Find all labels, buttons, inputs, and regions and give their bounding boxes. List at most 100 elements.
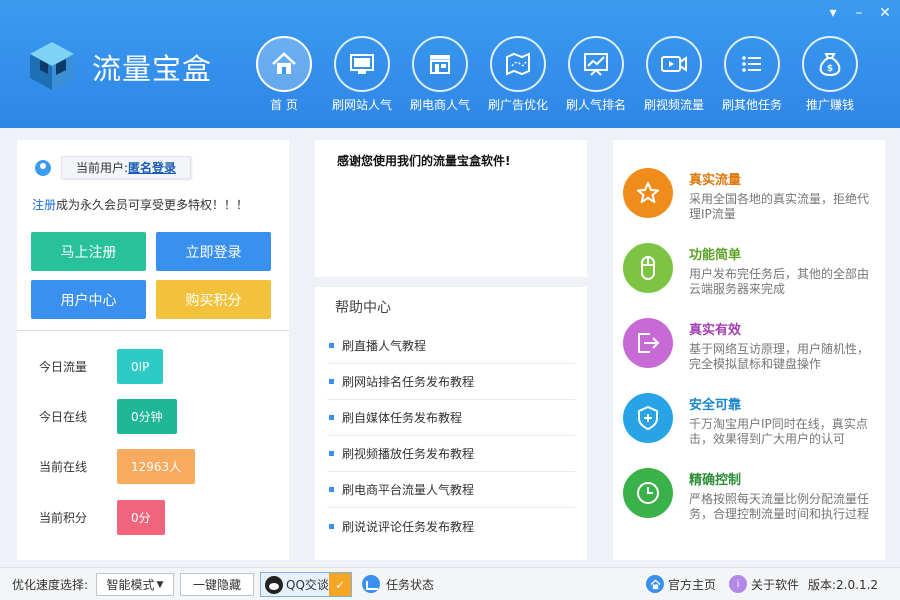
nav-ranking[interactable]: 刷人气排名 [557, 36, 635, 113]
promo-message: 成为永久会员可享受更多特权！！！ [56, 198, 249, 212]
nav-label: 刷其他任务 [721, 98, 782, 112]
feature-text: 真实流量 采用全国各地的真实流量，拒绝代理IP流量 [689, 168, 879, 222]
feature-precise: 精确控制 严格按照每天流量比例分配流量任务，合理控制流量时间和执行过程 [623, 468, 879, 522]
official-home-label: 官方主页 [668, 577, 717, 592]
help-item[interactable]: 刷说说评论任务发布教程 [327, 508, 575, 544]
anonymous-login-link[interactable]: 匿名登录 [128, 161, 176, 175]
help-center-panel: 帮助中心 刷直播人气教程 刷网站排名任务发布教程 刷自媒体任务发布教程 刷视频播… [315, 287, 587, 560]
stat-label: 当前积分 [39, 511, 88, 525]
chevron-down-icon: ▼ [156, 579, 164, 590]
feature-title: 精确控制 [689, 473, 742, 488]
home-icon [256, 36, 312, 92]
official-home-link[interactable]: 官方主页 [646, 575, 716, 593]
help-list: 刷直播人气教程 刷网站排名任务发布教程 刷自媒体任务发布教程 刷视频播放任务发布… [327, 328, 575, 544]
help-item-label: 刷直播人气教程 [342, 339, 427, 353]
user-center-button[interactable]: 用户中心 [31, 280, 146, 319]
hide-button[interactable]: 一键隐藏 [180, 573, 254, 596]
promo-register-link[interactable]: 注册 [32, 198, 56, 212]
nav-other[interactable]: 刷其他任务 [713, 36, 791, 113]
stat-label: 今日在线 [39, 410, 88, 424]
task-status-icon [362, 575, 380, 593]
help-item-label: 刷说说评论任务发布教程 [342, 519, 475, 534]
qq-icon [265, 575, 283, 594]
help-item[interactable]: 刷电商平台流量人气教程 [327, 472, 575, 508]
video-icon [646, 36, 702, 92]
stat-current-online: 当前在线 12963人 [39, 449, 196, 484]
window-controls: ▾ – ✕ [824, 4, 894, 22]
bullet-icon [329, 379, 334, 384]
login-button[interactable]: 立即登录 [156, 232, 271, 271]
mouse-icon [623, 243, 673, 293]
stat-current-points: 当前积分 0分 [39, 500, 165, 535]
register-button[interactable]: 马上注册 [31, 232, 146, 271]
bullet-icon [329, 415, 334, 420]
check-icon: ✓ [329, 573, 351, 596]
home-icon [646, 575, 664, 593]
feature-title: 功能简单 [689, 248, 742, 263]
user-avatar-icon [35, 159, 51, 176]
task-status-link[interactable]: 任务状态 [362, 575, 434, 593]
feature-desc: 采用全国各地的真实流量，拒绝代理IP流量 [689, 192, 870, 221]
current-user-label: 当前用户: [76, 161, 129, 175]
help-item-label: 刷自媒体任务发布教程 [342, 411, 463, 425]
feature-desc: 基于网络互访原理，用户随机性，完全模拟鼠标和键盘操作 [689, 342, 870, 371]
feature-effective: 真实有效 基于网络互访原理，用户随机性，完全模拟鼠标和键盘操作 [623, 318, 879, 372]
store-icon [412, 36, 468, 92]
bullet-icon [329, 343, 334, 348]
map-icon [490, 36, 546, 92]
feature-real-traffic: 真实流量 采用全国各地的真实流量，拒绝代理IP流量 [623, 168, 879, 222]
about-software-label: 关于软件 [751, 577, 800, 592]
nav-ads[interactable]: 刷广告优化 [479, 36, 557, 113]
divider [17, 330, 289, 331]
task-status-label: 任务状态 [386, 577, 435, 592]
feature-text: 功能简单 用户发布完任务后，其他的全部由云端服务器来完成 [689, 243, 879, 297]
clock-icon [623, 468, 673, 518]
nav-label: 刷电商人气 [409, 98, 470, 112]
status-bar: 优化速度选择: 智能模式 ▼ 一键隐藏 QQ交谈 ✓ 任务状态 官方主页 i 关于… [0, 567, 900, 600]
feature-desc: 严格按照每天流量比例分配流量任务，合理控制流量时间和执行过程 [689, 492, 870, 521]
nav-label: 首 页 [270, 98, 298, 112]
minimize-icon[interactable]: ▾ [824, 4, 842, 22]
app-logo [26, 40, 78, 92]
qq-chat-button[interactable]: QQ交谈 ✓ [260, 572, 352, 597]
stat-today-traffic: 今日流量 0IP [39, 349, 164, 384]
bullet-icon [329, 451, 334, 456]
help-item[interactable]: 刷网站排名任务发布教程 [327, 364, 575, 400]
feature-desc: 用户发布完任务后，其他的全部由云端服务器来完成 [689, 267, 870, 296]
mode-value: 智能模式 [106, 578, 155, 592]
nav-label: 刷视频流量 [643, 98, 704, 112]
monitor-icon [334, 36, 390, 92]
nav-video[interactable]: 刷视频流量 [635, 36, 713, 113]
app-title: 流量宝盒 [92, 52, 213, 86]
buy-points-button[interactable]: 购买积分 [156, 280, 271, 319]
chart-icon [568, 36, 624, 92]
feature-desc: 千万淘宝用户IP同时在线，真实点击，效果得到广大用户的认可 [689, 417, 868, 446]
close-icon[interactable]: ✕ [876, 4, 894, 22]
help-item[interactable]: 刷视频播放任务发布教程 [327, 436, 575, 472]
help-item-label: 刷网站排名任务发布教程 [342, 375, 475, 389]
help-item[interactable]: 刷自媒体任务发布教程 [327, 400, 575, 436]
nav-ecommerce[interactable]: 刷电商人气 [401, 36, 479, 113]
stat-value: 0分 [117, 500, 165, 535]
restore-icon[interactable]: – [850, 4, 868, 22]
bullet-icon [329, 487, 334, 492]
nav-home[interactable]: 首 页 [245, 36, 323, 113]
nav-promote[interactable]: $ 推广赚钱 [791, 36, 869, 113]
stat-today-online: 今日在线 0分钟 [39, 399, 177, 434]
nav-label: 推广赚钱 [805, 98, 854, 112]
stat-label: 今日流量 [39, 360, 88, 374]
star-icon [623, 168, 673, 218]
nav-website[interactable]: 刷网站人气 [323, 36, 401, 113]
stat-value: 12963人 [117, 449, 196, 484]
header-bar: ▾ – ✕ 流量宝盒 首 页 刷网站人气 刷电商人气 刷广告优化 刷人气排名 刷… [0, 0, 900, 128]
help-item[interactable]: 刷直播人气教程 [327, 328, 575, 364]
version-text: 版本:2.0.1.2 [808, 578, 879, 592]
about-software-link[interactable]: i 关于软件 [729, 575, 799, 593]
feature-title: 安全可靠 [689, 398, 742, 413]
nav-label: 刷人气排名 [565, 98, 626, 112]
mode-select[interactable]: 智能模式 ▼ [96, 573, 174, 596]
info-icon: i [729, 575, 747, 593]
feature-title: 真实流量 [689, 173, 742, 188]
nav-label: 刷广告优化 [487, 98, 548, 112]
nav-label: 刷网站人气 [331, 98, 392, 112]
